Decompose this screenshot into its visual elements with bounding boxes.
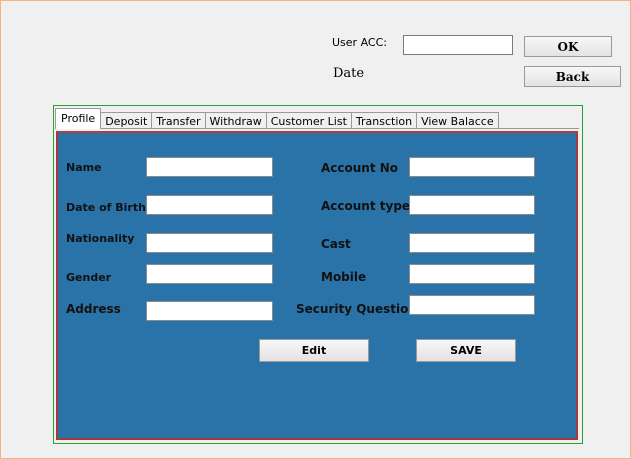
tab-withdraw[interactable]: Withdraw [204,112,267,129]
nationality-field[interactable] [146,233,273,253]
gender-label: Gender [66,271,112,284]
ok-button[interactable]: OK [524,36,612,57]
security-question-label: Security Question [296,302,417,316]
profile-panel [56,131,578,440]
tab-deposit[interactable]: Deposit [100,112,153,129]
mobile-label: Mobile [321,270,367,284]
user-acc-input[interactable] [403,35,513,55]
tab-customer-list[interactable]: Customer List [265,112,352,129]
edit-button[interactable]: Edit [259,339,369,362]
name-label: Name [66,161,102,174]
back-button[interactable]: Back [524,66,621,87]
tab-profile[interactable]: Profile [55,108,102,129]
cast-field[interactable] [409,233,535,253]
tab-transction[interactable]: Transction [350,112,418,129]
address-label: Address [66,302,121,316]
gender-field[interactable] [146,264,273,284]
tab-transfer[interactable]: Transfer [151,112,206,129]
account-type-label: Account type [321,199,411,213]
dob-field[interactable] [146,195,273,215]
dob-label: Date of Birth [66,201,146,214]
name-field[interactable] [146,157,273,177]
user-acc-label: User ACC: [332,36,387,49]
account-no-field[interactable] [409,157,535,177]
tab-bar: Profile Deposit Transfer Withdraw Custom… [55,107,499,129]
account-type-field[interactable] [409,195,535,215]
address-field[interactable] [146,301,273,321]
security-question-field[interactable] [409,295,535,315]
cast-label: Cast [321,237,351,251]
tab-view-balacce[interactable]: View Balacce [416,112,499,129]
date-label: Date [333,66,365,81]
account-no-label: Account No [321,161,399,175]
save-button[interactable]: SAVE [416,339,516,362]
tab-divider [55,128,579,129]
mobile-field[interactable] [409,264,535,284]
nationality-label: Nationality [66,232,135,245]
